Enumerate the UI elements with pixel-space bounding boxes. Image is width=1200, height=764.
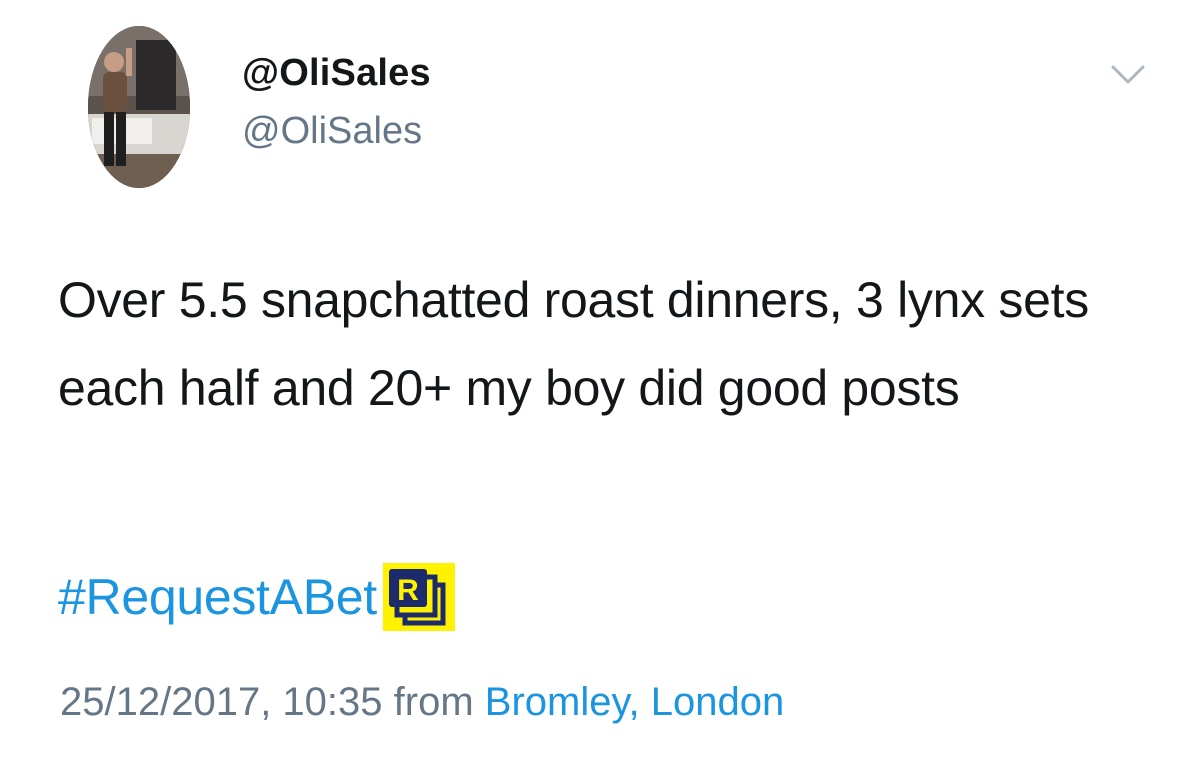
timestamp[interactable]: 25/12/2017, 10:35 — [60, 680, 383, 724]
chevron-down-icon[interactable] — [1110, 62, 1146, 88]
hashtag-link[interactable]: #RequestABet — [58, 568, 377, 626]
requestabet-hashflag-icon[interactable]: R — [382, 563, 455, 631]
hashtag-line: #RequestABet R — [58, 562, 455, 632]
hashflag-letter: R — [397, 574, 419, 607]
from-label: from — [393, 680, 474, 724]
avatar[interactable] — [88, 26, 190, 188]
display-name[interactable]: @OliSales — [242, 52, 431, 95]
tweet-meta: 25/12/2017, 10:35 from Bromley, London — [60, 680, 784, 725]
tweet-card: @OliSales @OliSales Over 5.5 snapchatted… — [0, 0, 1200, 764]
location-link[interactable]: Bromley, London — [485, 680, 784, 724]
tweet-text: Over 5.5 snapchatted roast dinners, 3 ly… — [58, 272, 1089, 416]
user-handle[interactable]: @OliSales — [242, 110, 422, 153]
profile-photo-icon — [88, 26, 190, 188]
